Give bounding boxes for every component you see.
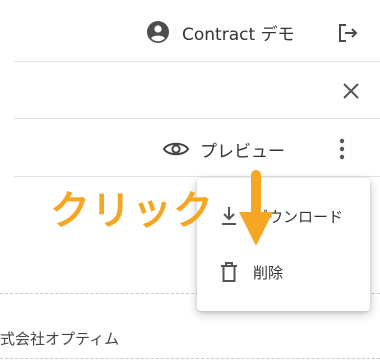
more-options-button[interactable]	[330, 134, 354, 164]
close-button[interactable]	[338, 78, 364, 104]
more-vertical-icon	[339, 138, 345, 160]
menu-item-label: 削除	[253, 263, 284, 282]
arrow-down-icon	[239, 170, 273, 246]
toolbar-divider	[14, 118, 380, 119]
document-separator	[0, 358, 380, 359]
logout-icon	[339, 24, 358, 42]
user-account[interactable]: Contract デモ	[146, 18, 295, 46]
more-options-menu: ダウンロード 削除	[197, 178, 370, 311]
logout-button[interactable]	[334, 20, 362, 46]
preview-button[interactable]: プレビュー	[162, 134, 285, 164]
company-name: 式会社オプティム	[0, 330, 120, 348]
header-divider	[14, 61, 380, 62]
menu-item-delete[interactable]: 削除	[197, 248, 370, 296]
click-annotation-label: クリック	[50, 188, 214, 234]
user-name: Contract デモ	[182, 24, 295, 45]
preview-label: プレビュー	[200, 141, 285, 162]
trash-icon	[221, 262, 237, 282]
account-circle-icon	[147, 21, 169, 43]
preview-divider	[14, 176, 380, 177]
menu-item-download[interactable]: ダウンロード	[197, 192, 370, 240]
close-icon	[343, 83, 359, 99]
eye-icon	[162, 142, 190, 156]
